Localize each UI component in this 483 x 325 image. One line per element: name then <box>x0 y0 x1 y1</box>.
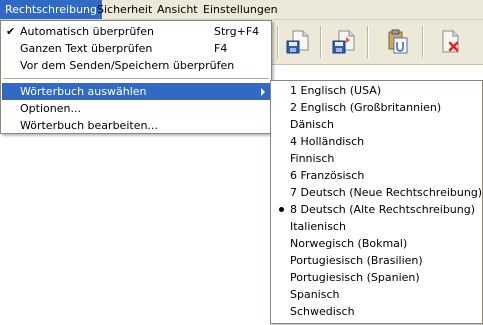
submenu-item-label: Dänisch <box>290 118 334 131</box>
submenu-item[interactable]: Portugiesisch (Brasilien) <box>272 252 480 269</box>
submenu-item-label: 1 Englisch (USA) <box>290 84 382 97</box>
submenu-item-label: 4 Holländisch <box>290 135 365 148</box>
submenu-item[interactable]: 1 Englisch (USA) <box>272 82 480 99</box>
menu-separator <box>3 78 269 79</box>
menu-item-automatisch-ueberpruefen[interactable]: ✔ Automatisch überprüfen Strg+F4 <box>2 23 270 40</box>
send-document-icon <box>332 30 355 54</box>
submenu-item-label: Spanisch <box>290 288 340 301</box>
submenu-item[interactable]: Finnisch <box>272 150 480 167</box>
radio-bullet-icon <box>279 207 284 212</box>
submenu-item[interactable]: Portugiesisch (Spanien) <box>272 269 480 286</box>
menu-item-shortcut: Strg+F4 <box>214 25 260 38</box>
clipboard-copy-icon <box>388 29 408 54</box>
menu-item-label: Optionen... <box>20 102 81 115</box>
submenu-item-label: 7 Deutsch (Neue Rechtschreibung) <box>290 186 483 199</box>
submenu-item[interactable]: Italienisch <box>272 218 480 235</box>
submenu-item[interactable]: Spanisch <box>272 286 480 303</box>
submenu-item-label: 2 Englisch (Großbritannien) <box>290 101 442 114</box>
save-document-button[interactable] <box>284 28 312 56</box>
submenu-item-label: 8 Deutsch (Alte Rechtschreibung) <box>290 203 476 216</box>
rechtschreibung-menu: ✔ Automatisch überprüfen Strg+F4 Ganzen … <box>0 20 272 134</box>
menu-item-optionen[interactable]: Optionen... <box>2 100 270 117</box>
submenu-item-label: Schwedisch <box>290 305 355 318</box>
submenu-item[interactable]: 7 Deutsch (Neue Rechtschreibung) <box>272 184 483 201</box>
menu-rechtschreibung[interactable]: Rechtschreibung <box>0 0 103 19</box>
menu-einstellungen[interactable]: Einstellungen <box>198 0 283 19</box>
submenu-item[interactable]: Schwedisch <box>272 303 480 320</box>
submenu-item-label: Portugiesisch (Brasilien) <box>290 254 423 267</box>
menu-item-woerterbuch-bearbeiten[interactable]: Wörterbuch bearbeiten... <box>2 117 270 134</box>
checkmark-icon: ✔ <box>6 25 16 38</box>
submenu-item-label: 6 Französisch <box>290 169 365 182</box>
submenu-item[interactable]: Dänisch <box>272 116 480 133</box>
submenu-item-label: Portugiesisch (Spanien) <box>290 271 420 284</box>
app-window: Rechtschreibung Sicherheit Ansicht Einst… <box>0 0 483 325</box>
woerterbuch-submenu: 1 Englisch (USA) 2 Englisch (Großbritann… <box>270 80 483 324</box>
toolbar-separator <box>320 26 322 58</box>
send-document-button[interactable] <box>330 28 358 56</box>
submenu-arrow-icon <box>261 88 265 96</box>
clipboard-copy-button[interactable] <box>384 28 412 56</box>
menu-item-label: Wörterbuch auswählen <box>20 85 147 98</box>
delete-document-icon <box>442 30 459 53</box>
menu-item-vor-dem-senden[interactable]: Vor dem Senden/Speichern überprüfen <box>2 57 270 74</box>
menu-item-label: Ganzen Text überprüfen <box>20 42 153 55</box>
submenu-item-label: Italienisch <box>290 220 346 233</box>
menu-item-shortcut: F4 <box>214 42 228 55</box>
menu-item-label: Automatisch überprüfen <box>20 25 154 38</box>
menu-bar: Rechtschreibung Sicherheit Ansicht Einst… <box>0 0 483 20</box>
menu-item-label: Vor dem Senden/Speichern überprüfen <box>20 59 235 72</box>
toolbar-separator <box>277 26 279 58</box>
submenu-item[interactable]: 4 Holländisch <box>272 133 480 150</box>
submenu-item-selected[interactable]: 8 Deutsch (Alte Rechtschreibung) <box>272 201 480 218</box>
toolbar-separator <box>422 26 424 58</box>
menu-item-woerterbuch-auswaehlen[interactable]: Wörterbuch auswählen <box>2 83 270 100</box>
submenu-item[interactable]: Norwegisch (Bokmal) <box>272 235 480 252</box>
delete-document-button[interactable] <box>436 28 464 56</box>
submenu-item[interactable]: 2 Englisch (Großbritannien) <box>272 99 480 116</box>
submenu-item[interactable]: 6 Französisch <box>272 167 480 184</box>
menu-ansicht[interactable]: Ansicht <box>152 0 203 19</box>
menu-sicherheit[interactable]: Sicherheit <box>92 0 157 19</box>
menu-item-label: Wörterbuch bearbeiten... <box>20 119 158 132</box>
toolbar-separator <box>367 26 369 58</box>
submenu-item-label: Finnisch <box>290 152 335 165</box>
save-document-icon <box>286 30 309 54</box>
menu-item-ganzen-text-ueberpruefen[interactable]: Ganzen Text überprüfen F4 <box>2 40 270 57</box>
submenu-item-label: Norwegisch (Bokmal) <box>290 237 408 250</box>
